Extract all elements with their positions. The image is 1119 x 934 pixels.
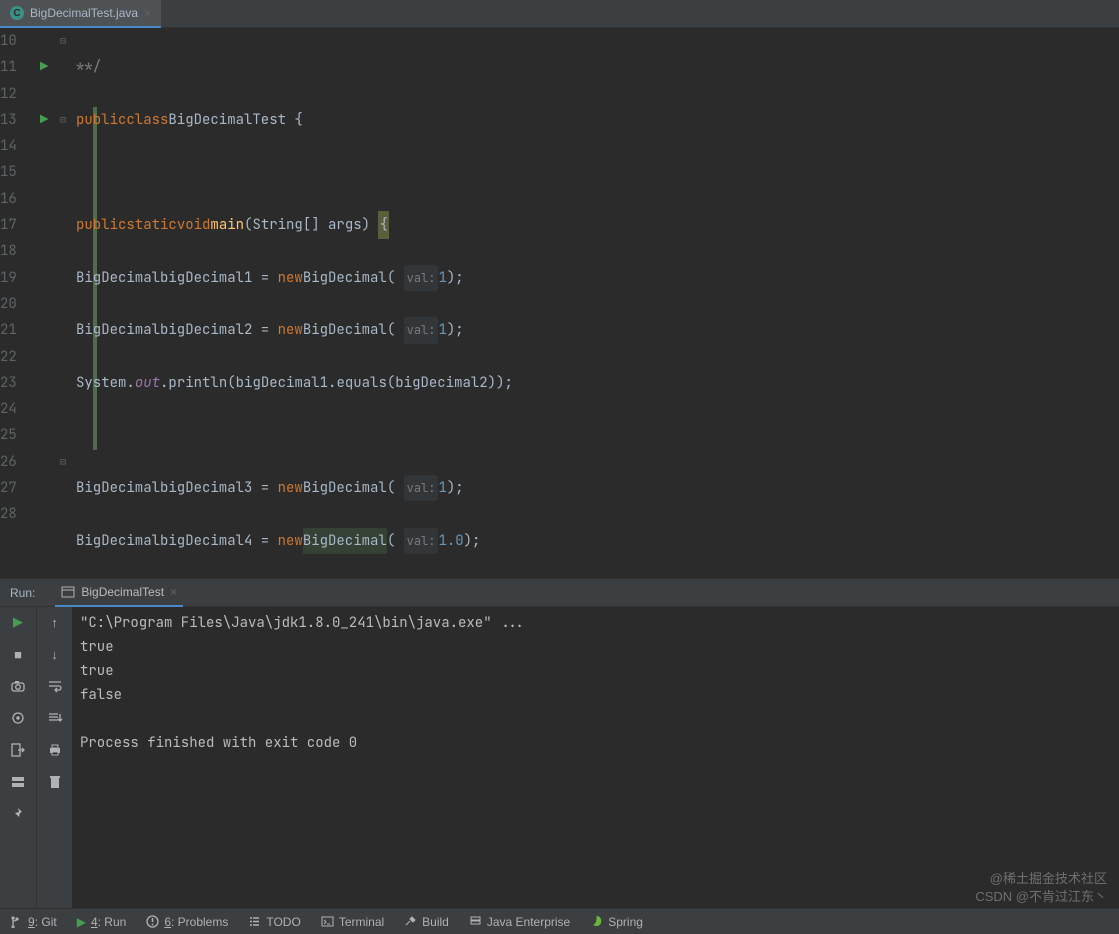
close-icon[interactable]: × (170, 585, 177, 599)
build-tab[interactable]: Build (404, 915, 449, 929)
down-icon[interactable]: ↓ (46, 645, 64, 663)
class-icon: C (10, 6, 24, 20)
run-header: Run: BigDecimalTest × (0, 579, 1119, 607)
application-icon (61, 585, 75, 599)
trash-icon[interactable] (46, 773, 64, 791)
print-icon[interactable] (46, 741, 64, 759)
editor-tabs: C BigDecimalTest.java × (0, 0, 1119, 28)
hammer-icon (404, 915, 417, 928)
list-icon (248, 915, 261, 928)
stop-icon[interactable]: ■ (9, 645, 27, 663)
problems-tab[interactable]: 6: Problems (146, 915, 228, 929)
gutter-markers: ▶ ▶ (38, 28, 60, 578)
git-tab[interactable]: 9: Git (10, 915, 57, 929)
run-tab[interactable]: ▶ 4: Run (77, 915, 127, 929)
scroll-end-icon[interactable] (46, 709, 64, 727)
run-tool-window: Run: BigDecimalTest × ▶ ■ ↑ ↓ "C:\Progra… (0, 578, 1119, 908)
java-enterprise-tab[interactable]: Java Enterprise (469, 915, 570, 929)
bottom-toolbar: 9: Git ▶ 4: Run 6: Problems TODO Termina… (0, 908, 1119, 934)
file-tab-bigdecimaltest[interactable]: C BigDecimalTest.java × (0, 0, 161, 28)
play-icon: ▶ (77, 915, 86, 929)
settings-icon[interactable] (9, 709, 27, 727)
line-numbers: 101112 131415 161718 192021 222324 25262… (0, 28, 38, 578)
tab-filename: BigDecimalTest.java (30, 6, 138, 20)
run-toolbar-left: ▶ ■ (0, 607, 36, 908)
spring-tab[interactable]: Spring (590, 915, 643, 929)
exit-icon[interactable] (9, 741, 27, 759)
code-editor[interactable]: 101112 131415 161718 192021 222324 25262… (0, 28, 1119, 578)
terminal-icon (321, 915, 334, 928)
terminal-tab[interactable]: Terminal (321, 915, 384, 929)
server-icon (469, 915, 482, 928)
warning-icon (146, 915, 159, 928)
fold-column: ⊟ ⊟ ⊟ (60, 28, 76, 578)
layout-icon[interactable] (9, 773, 27, 791)
spring-icon (590, 915, 603, 928)
run-toolbar-right: ↑ ↓ (36, 607, 72, 908)
soft-wrap-icon[interactable] (46, 677, 64, 695)
todo-tab[interactable]: TODO (248, 915, 300, 929)
pin-icon[interactable] (9, 805, 27, 823)
branch-icon (10, 915, 23, 928)
console-output[interactable]: "C:\Program Files\Java\jdk1.8.0_241\bin\… (72, 607, 1119, 908)
watermark: @稀土掘金技术社区 CSDN @不肯过江东丶 (975, 870, 1107, 906)
dump-icon[interactable] (9, 677, 27, 695)
rerun-icon[interactable]: ▶ (9, 613, 27, 631)
run-title: Run: (10, 586, 35, 600)
run-config-tab[interactable]: BigDecimalTest × (55, 579, 183, 607)
run-gutter-icon[interactable]: ▶ (40, 54, 48, 80)
close-icon[interactable]: × (144, 6, 151, 20)
run-gutter-icon[interactable]: ▶ (40, 107, 48, 133)
up-icon[interactable]: ↑ (46, 613, 64, 631)
code-content[interactable]: **/ public class BigDecimalTest { public… (76, 28, 1119, 578)
